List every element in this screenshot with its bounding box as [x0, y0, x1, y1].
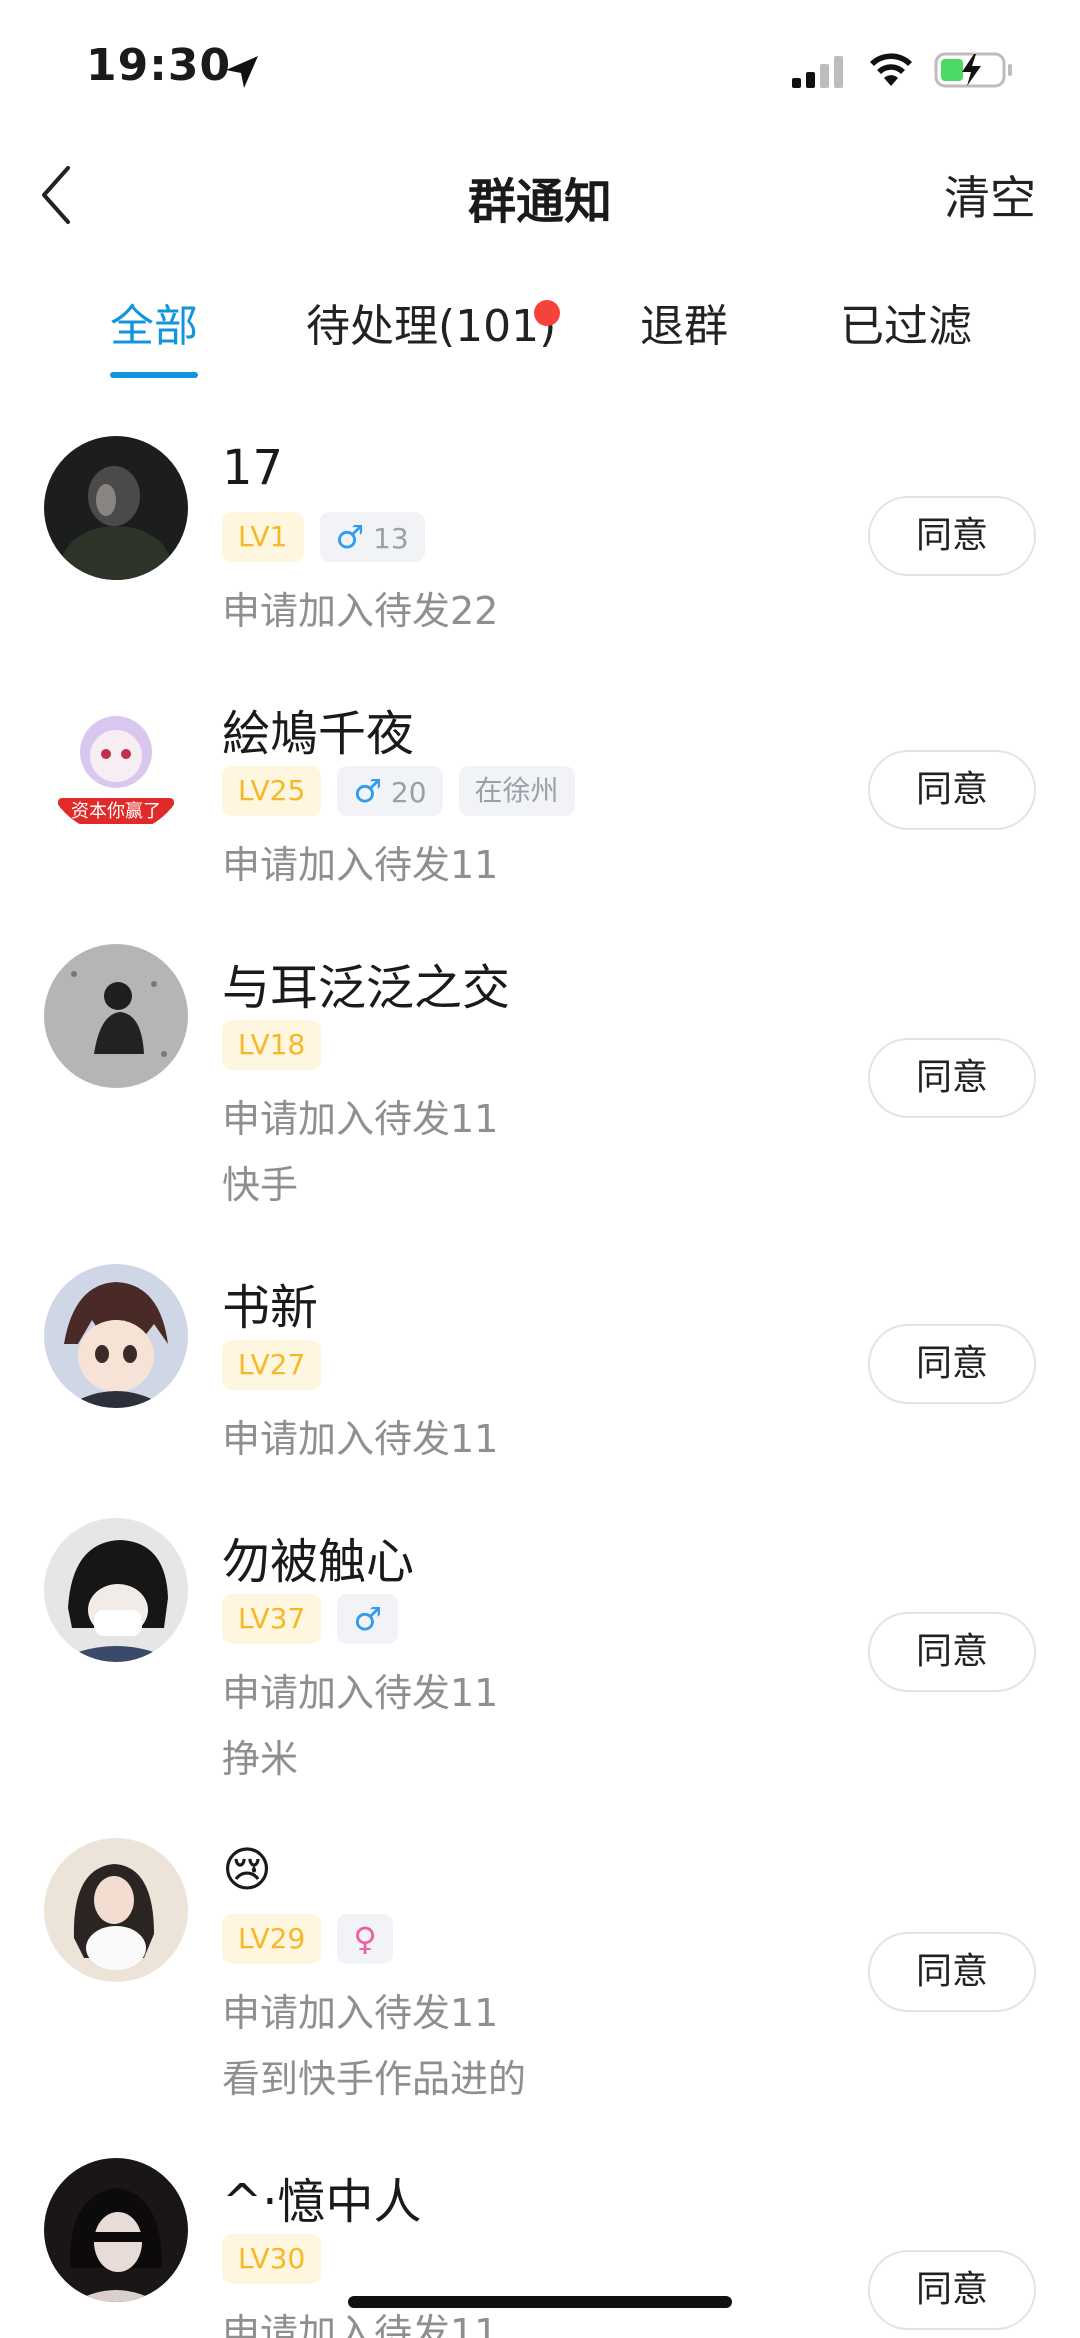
- avatar[interactable]: [44, 436, 188, 580]
- battery-charging-icon: [934, 52, 1012, 88]
- home-indicator[interactable]: [348, 2296, 732, 2308]
- clear-button[interactable]: 清空: [944, 162, 1036, 228]
- agree-button[interactable]: 同意: [868, 1612, 1036, 1692]
- request-text: 申请加入待发22: [222, 589, 499, 633]
- location-arrow-icon: [226, 56, 258, 88]
- agree-button[interactable]: 同意: [868, 1932, 1036, 2012]
- male-icon: ♂: [353, 1600, 382, 1638]
- level-badge: LV25: [222, 766, 322, 816]
- gender-badge: ♂: [337, 1594, 398, 1644]
- level-badge: LV29: [222, 1914, 322, 1964]
- male-icon: ♂: [335, 518, 365, 556]
- wifi-icon: [870, 53, 912, 86]
- gender-age-badge: ♂ 13: [319, 512, 425, 562]
- nav-bar: 群通知 清空: [0, 140, 1080, 250]
- agree-button[interactable]: 同意: [868, 750, 1036, 830]
- level-badge: LV37: [222, 1594, 322, 1644]
- member-name: 勿被触心: [222, 1534, 415, 1590]
- male-icon: ♂: [353, 772, 382, 810]
- avatar[interactable]: 资本你赢了: [44, 690, 188, 834]
- unread-dot-badge: [534, 300, 560, 326]
- agree-button[interactable]: 同意: [868, 2250, 1036, 2330]
- agree-button[interactable]: 同意: [868, 1324, 1036, 1404]
- page-title: 群通知: [467, 174, 612, 230]
- level-badge: LV30: [222, 2234, 322, 2284]
- member-tags: LV30: [222, 2234, 322, 2284]
- avatar[interactable]: [44, 1518, 188, 1662]
- age-text: 13: [373, 522, 409, 555]
- member-tags: LV25 ♂ 20 在徐州: [222, 766, 575, 816]
- member-tags: LV29 ♀: [222, 1914, 393, 1964]
- request-text: 申请加入待发11: [222, 1097, 499, 1141]
- member-name: 17: [222, 440, 284, 496]
- note-text: 快手: [222, 1163, 299, 1207]
- avatar-caption: 资本你赢了: [71, 800, 161, 822]
- status-bar: 19:30: [0, 0, 1080, 140]
- member-tags: LV27: [222, 1340, 322, 1390]
- request-text: 申请加入待发11: [222, 1991, 499, 2035]
- note-text: 挣米: [222, 1737, 299, 1781]
- member-name: ^·憶中人: [222, 2174, 422, 2230]
- tab-pending[interactable]: 待处理(101): [306, 290, 556, 354]
- gender-age-badge: ♂ 20: [337, 766, 443, 816]
- agree-button[interactable]: 同意: [868, 496, 1036, 576]
- note-text: 看到快手作品进的: [222, 2057, 527, 2101]
- member-name: 絵鳩千夜: [222, 706, 415, 762]
- cellular-signal-icon: [792, 56, 843, 88]
- member-tags: LV37 ♂: [222, 1594, 398, 1644]
- avatar[interactable]: [44, 944, 188, 1088]
- member-name: 与耳泛泛之交: [222, 960, 511, 1016]
- age-text: 20: [390, 776, 427, 809]
- request-text: 申请加入待发11: [222, 1417, 499, 1461]
- member-tags: LV1 ♂ 13: [222, 512, 425, 562]
- level-badge: LV18: [222, 1020, 322, 1070]
- tab-all[interactable]: 全部: [110, 290, 198, 354]
- level-badge: LV1: [222, 512, 304, 562]
- request-text: 申请加入待发11: [222, 843, 499, 887]
- request-text: 申请加入待发11: [222, 1671, 499, 1715]
- active-tab-indicator: [110, 372, 198, 378]
- member-tags: LV18: [222, 1020, 322, 1070]
- avatar[interactable]: [44, 1264, 188, 1408]
- tab-bar: 全部 待处理(101) 退群 已过滤: [0, 290, 1080, 390]
- status-time: 19:30: [86, 40, 232, 91]
- avatar[interactable]: [44, 1838, 188, 1982]
- female-icon: ♀: [337, 1914, 393, 1964]
- location-badge: 在徐州: [458, 766, 575, 816]
- tab-left-group[interactable]: 退群: [640, 290, 728, 354]
- member-name: 书新: [222, 1280, 319, 1336]
- member-name: 😢: [222, 1842, 273, 1898]
- level-badge: LV27: [222, 1340, 322, 1390]
- tab-filtered[interactable]: 已过滤: [840, 290, 972, 354]
- agree-button[interactable]: 同意: [868, 1038, 1036, 1118]
- avatar[interactable]: [44, 2158, 188, 2302]
